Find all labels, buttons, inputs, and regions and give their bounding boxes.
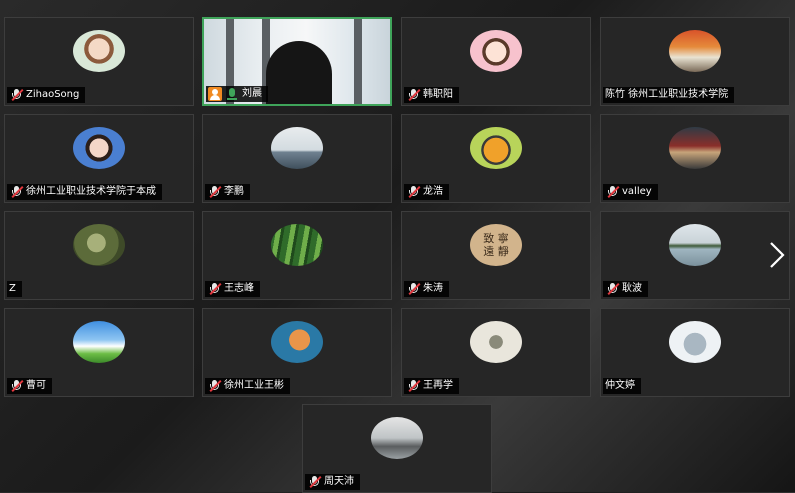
avatar <box>470 30 522 73</box>
avatar <box>669 30 721 73</box>
participant-tile-wangbin[interactable]: 徐州工业王彬 <box>202 308 392 397</box>
mic-muted-icon <box>9 185 24 199</box>
host-icon <box>208 87 222 101</box>
participant-tile-caoke[interactable]: 曹可 <box>4 308 194 397</box>
participant-name: 刘晨 <box>242 88 262 99</box>
mic-muted-icon <box>9 379 24 393</box>
participant-tile-lipeng[interactable]: 李鹏 <box>202 114 392 203</box>
participant-tile-zihaosong[interactable]: ZihaoSong <box>4 17 194 106</box>
participant-name: 王再学 <box>423 380 453 391</box>
avatar <box>470 127 522 170</box>
participant-name: valley <box>622 186 652 197</box>
participant-tile-chenzhu[interactable]: 陈竹 徐州工业职业技术学院 <box>600 17 790 106</box>
mic-on-icon <box>225 87 239 101</box>
mic-muted-icon <box>307 475 322 489</box>
mic-muted-icon <box>406 379 421 393</box>
mic-muted-icon <box>207 379 222 393</box>
mic-muted-icon <box>9 88 24 102</box>
participant-tile-longhao[interactable]: 龙浩 <box>401 114 591 203</box>
participant-tile-wangzaixue[interactable]: 王再学 <box>401 308 591 397</box>
avatar <box>73 321 125 364</box>
avatar <box>271 224 323 267</box>
avatar: 致 寧 遠 靜 <box>470 224 522 267</box>
participant-name: 仲文婷 <box>605 380 635 391</box>
calligraphy-text: 致 寧 遠 靜 <box>483 232 509 259</box>
participant-name: 韩职阳 <box>423 89 453 100</box>
mic-muted-icon <box>605 282 620 296</box>
participant-name: 李鹏 <box>224 186 244 197</box>
chevron-right-icon[interactable] <box>766 240 788 270</box>
participant-tile-zhoutianpei[interactable]: 周天沛 <box>302 404 492 493</box>
participant-tile-zhutao[interactable]: 致 寧 遠 靜 朱涛 <box>401 211 591 300</box>
participant-name: 徐州工业职业技术学院于本成 <box>26 186 156 197</box>
participant-tile-z[interactable]: Z <box>4 211 194 300</box>
participant-name: Z <box>9 283 16 294</box>
participant-tile-wangzhifeng[interactable]: 王志峰 <box>202 211 392 300</box>
avatar <box>669 224 721 267</box>
participant-name: ZihaoSong <box>26 89 80 100</box>
mic-muted-icon <box>406 282 421 296</box>
mic-muted-icon <box>406 185 421 199</box>
avatar <box>669 127 721 170</box>
participant-tile-gengbo[interactable]: 耿波 <box>600 211 790 300</box>
avatar <box>271 127 323 170</box>
participant-name: 朱涛 <box>423 283 443 294</box>
mic-muted-icon <box>207 282 222 296</box>
mic-muted-icon <box>605 185 620 199</box>
participant-tile-yubencheng[interactable]: 徐州工业职业技术学院于本成 <box>4 114 194 203</box>
participant-name: 曹可 <box>26 380 46 391</box>
participant-name: 陈竹 徐州工业职业技术学院 <box>605 89 729 100</box>
participant-tile-zhongwenting[interactable]: 仲文婷 <box>600 308 790 397</box>
participant-name: 周天沛 <box>324 476 354 487</box>
participant-name: 龙浩 <box>423 186 443 197</box>
participant-tile-hanzhiyang[interactable]: 韩职阳 <box>401 17 591 106</box>
participant-tile-valley[interactable]: valley <box>600 114 790 203</box>
mic-muted-icon <box>406 88 421 102</box>
avatar <box>73 127 125 170</box>
participant-tile-liuchen[interactable]: 刘晨 <box>202 17 392 106</box>
participant-name: 徐州工业王彬 <box>224 380 284 391</box>
participant-name: 耿波 <box>622 283 642 294</box>
mic-muted-icon <box>207 185 222 199</box>
avatar <box>470 321 522 364</box>
avatar <box>371 417 423 460</box>
participant-name: 王志峰 <box>224 283 254 294</box>
avatar <box>271 321 323 364</box>
avatar <box>73 30 125 73</box>
avatar <box>73 224 125 267</box>
avatar <box>669 321 721 364</box>
